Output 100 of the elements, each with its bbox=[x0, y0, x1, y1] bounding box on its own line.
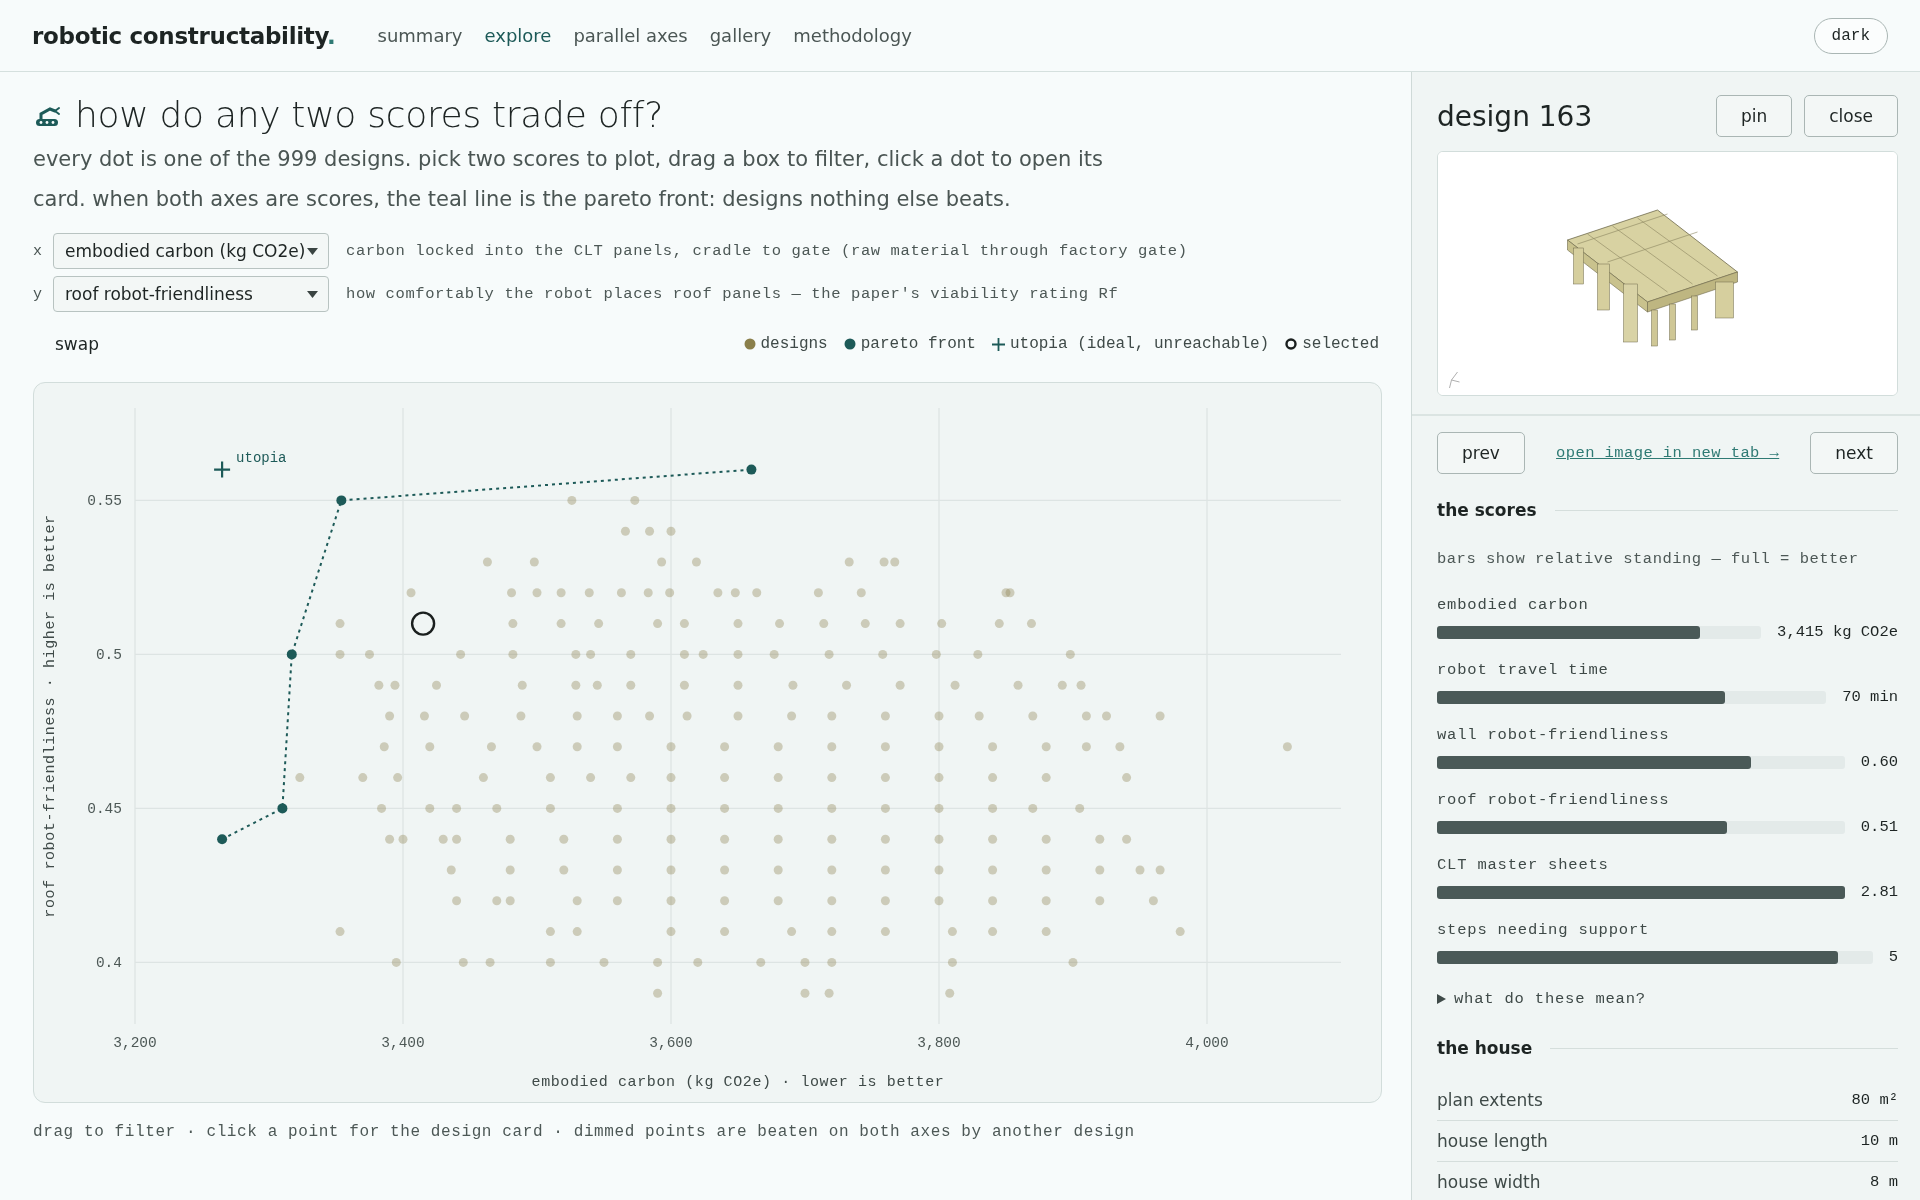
design-point[interactable] bbox=[856, 588, 866, 598]
design-point[interactable] bbox=[827, 957, 837, 967]
design-point[interactable] bbox=[645, 711, 655, 721]
design-point[interactable] bbox=[787, 927, 797, 937]
design-point[interactable] bbox=[1075, 803, 1085, 813]
design-point[interactable] bbox=[572, 742, 582, 752]
design-point[interactable] bbox=[379, 742, 389, 752]
design-point[interactable] bbox=[813, 588, 823, 598]
design-point[interactable] bbox=[679, 680, 689, 690]
design-point[interactable] bbox=[880, 865, 890, 875]
design-point[interactable] bbox=[485, 957, 495, 967]
theme-toggle-button[interactable]: dark bbox=[1813, 17, 1888, 54]
design-point[interactable] bbox=[385, 711, 395, 721]
design-point[interactable] bbox=[880, 773, 890, 783]
design-point[interactable] bbox=[720, 773, 730, 783]
design-point[interactable] bbox=[844, 557, 854, 567]
design-point[interactable] bbox=[626, 649, 636, 659]
design-point[interactable] bbox=[1041, 927, 1051, 937]
design-point[interactable] bbox=[934, 834, 944, 844]
design-point[interactable] bbox=[406, 588, 416, 598]
design-point[interactable] bbox=[720, 896, 730, 906]
design-point[interactable] bbox=[1148, 896, 1158, 906]
design-point[interactable] bbox=[482, 557, 492, 567]
design-point[interactable] bbox=[787, 711, 797, 721]
design-point[interactable] bbox=[1013, 680, 1023, 690]
design-point[interactable] bbox=[773, 896, 783, 906]
design-point[interactable] bbox=[335, 649, 345, 659]
design-point[interactable] bbox=[824, 649, 834, 659]
design-point[interactable] bbox=[666, 803, 676, 813]
site-logo[interactable]: robotic constructability. bbox=[32, 22, 336, 49]
design-point[interactable] bbox=[720, 834, 730, 844]
card-button[interactable]: close bbox=[1804, 95, 1898, 137]
design-point[interactable] bbox=[1041, 865, 1051, 875]
design-point[interactable] bbox=[1076, 680, 1086, 690]
design-point[interactable] bbox=[1122, 773, 1132, 783]
design-point[interactable] bbox=[827, 927, 837, 937]
design-point[interactable] bbox=[1115, 742, 1125, 752]
design-point[interactable] bbox=[572, 896, 582, 906]
design-point[interactable] bbox=[508, 619, 518, 629]
design-point[interactable] bbox=[594, 619, 604, 629]
design-point[interactable] bbox=[937, 619, 947, 629]
design-point[interactable] bbox=[931, 649, 941, 659]
design-point[interactable] bbox=[827, 834, 837, 844]
design-point[interactable] bbox=[425, 742, 435, 752]
design-point[interactable] bbox=[800, 988, 810, 998]
design-point[interactable] bbox=[1041, 773, 1051, 783]
design-point[interactable] bbox=[720, 927, 730, 937]
prev-button[interactable]: prev bbox=[1437, 432, 1525, 474]
selected-ring[interactable] bbox=[410, 611, 436, 636]
design-point[interactable] bbox=[630, 495, 640, 505]
design-point[interactable] bbox=[612, 834, 622, 844]
pareto-point[interactable] bbox=[286, 649, 297, 660]
design-point[interactable] bbox=[295, 773, 305, 783]
design-point[interactable] bbox=[988, 927, 998, 937]
design-point[interactable] bbox=[391, 957, 401, 967]
design-point[interactable] bbox=[827, 803, 837, 813]
design-point[interactable] bbox=[880, 927, 890, 937]
design-point[interactable] bbox=[730, 588, 740, 598]
design-point[interactable] bbox=[679, 649, 689, 659]
design-point[interactable] bbox=[1175, 927, 1185, 937]
design-point[interactable] bbox=[571, 649, 581, 659]
design-point[interactable] bbox=[398, 834, 408, 844]
pareto-point[interactable] bbox=[746, 464, 757, 475]
design-point[interactable] bbox=[842, 680, 852, 690]
design-point[interactable] bbox=[773, 865, 783, 875]
design-point[interactable] bbox=[988, 742, 998, 752]
design-point[interactable] bbox=[988, 773, 998, 783]
design-point[interactable] bbox=[879, 557, 889, 567]
design-point[interactable] bbox=[505, 834, 515, 844]
nav-link[interactable]: parallel axes bbox=[573, 25, 688, 46]
design-point[interactable] bbox=[1065, 649, 1075, 659]
design-point[interactable] bbox=[1026, 619, 1036, 629]
design-point[interactable] bbox=[612, 711, 622, 721]
design-point[interactable] bbox=[505, 865, 515, 875]
design-point[interactable] bbox=[666, 526, 676, 536]
design-point[interactable] bbox=[508, 649, 518, 659]
design-point[interactable] bbox=[586, 773, 596, 783]
design-point[interactable] bbox=[559, 834, 569, 844]
axis-select[interactable]: embodied carbon (kg CO2e) bbox=[53, 233, 329, 269]
design-point[interactable] bbox=[945, 988, 955, 998]
design-point[interactable] bbox=[682, 711, 692, 721]
design-point[interactable] bbox=[666, 834, 676, 844]
design-point[interactable] bbox=[720, 865, 730, 875]
design-point[interactable] bbox=[679, 619, 689, 629]
design-point[interactable] bbox=[612, 742, 622, 752]
design-point[interactable] bbox=[756, 957, 766, 967]
design-point[interactable] bbox=[988, 803, 998, 813]
design-point[interactable] bbox=[773, 773, 783, 783]
design-point[interactable] bbox=[895, 680, 905, 690]
design-point[interactable] bbox=[880, 711, 890, 721]
design-point[interactable] bbox=[934, 742, 944, 752]
design-point[interactable] bbox=[1068, 957, 1078, 967]
design-point[interactable] bbox=[532, 742, 542, 752]
design-point[interactable] bbox=[1057, 680, 1067, 690]
design-point[interactable] bbox=[478, 773, 488, 783]
design-point[interactable] bbox=[545, 957, 555, 967]
nav-link[interactable]: gallery bbox=[709, 25, 772, 46]
design-point[interactable] bbox=[1001, 588, 1011, 598]
design-point[interactable] bbox=[733, 711, 743, 721]
design-point[interactable] bbox=[556, 588, 566, 598]
